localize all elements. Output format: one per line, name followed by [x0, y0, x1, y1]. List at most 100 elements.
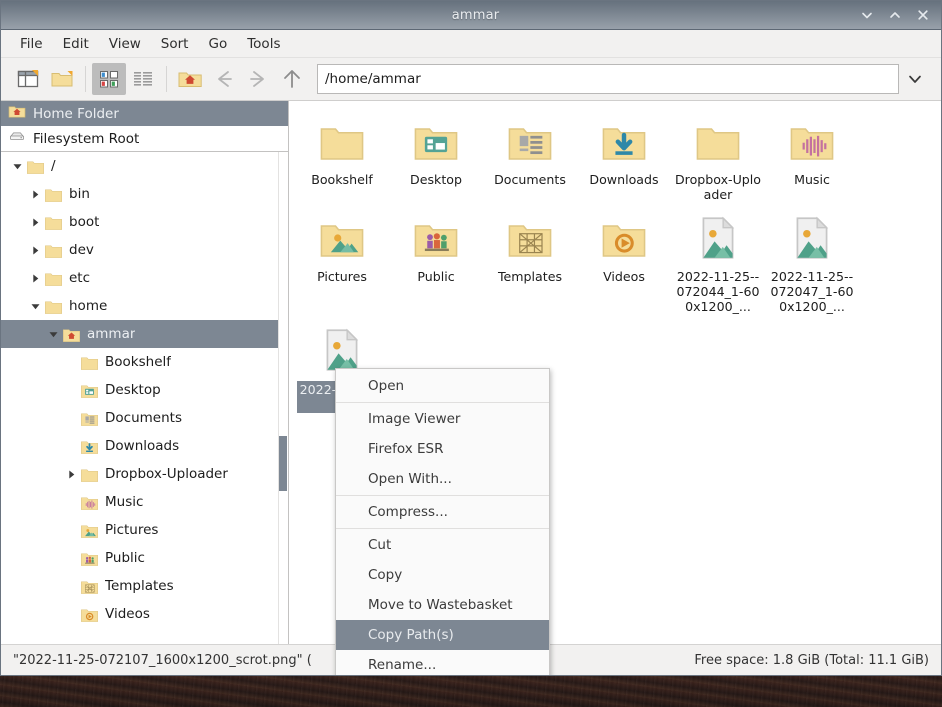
image-file-icon [692, 212, 744, 264]
file-manager-window: ammar File Edit View Sort Go Tools /home… [0, 0, 942, 676]
file-item[interactable]: Public [389, 206, 483, 318]
file-item[interactable]: Music [765, 109, 859, 206]
file-item-label: Dropbox-Uploader [674, 172, 762, 202]
menu-view[interactable]: View [99, 33, 151, 55]
file-item[interactable]: Bookshelf [295, 109, 389, 206]
context-menu-item-copy[interactable]: Copy [336, 560, 549, 590]
path-input[interactable]: /home/ammar [317, 64, 899, 94]
file-item-label: 2022-11-25--072044_1-600x1200_... [676, 269, 760, 314]
icon-view-button[interactable] [92, 63, 126, 95]
tree-item-etc[interactable]: etc [1, 264, 288, 292]
context-menu-item-compress[interactable]: Compress... [336, 497, 549, 527]
drive-icon [8, 128, 26, 150]
context-menu-item-rename[interactable]: Rename... [336, 650, 549, 675]
tree-item-desktop[interactable]: Desktop [1, 376, 288, 404]
file-item[interactable]: Pictures [295, 206, 389, 318]
music-folder-icon [79, 493, 99, 512]
chevron-right-icon[interactable] [27, 270, 43, 286]
twisty-placeholder [63, 550, 79, 566]
tree-item-downloads[interactable]: Downloads [1, 432, 288, 460]
list-view-button[interactable] [126, 63, 160, 95]
tree-scrollbar[interactable] [278, 152, 288, 644]
forward-icon[interactable] [241, 63, 275, 95]
context-menu-item-image-viewer[interactable]: Image Viewer [336, 404, 549, 434]
tree-item-dropbox-uploader[interactable]: Dropbox-Uploader [1, 460, 288, 488]
close-button[interactable] [916, 8, 930, 22]
tree-item-public[interactable]: Public [1, 544, 288, 572]
tree-item-music[interactable]: Music [1, 488, 288, 516]
documents-folder-icon [79, 409, 99, 428]
folder-icon [79, 353, 99, 372]
back-icon[interactable] [207, 63, 241, 95]
downloads-folder-icon [598, 115, 650, 167]
context-menu-item-open[interactable]: Open [336, 371, 549, 401]
menu-go[interactable]: Go [198, 33, 237, 55]
context-menu-item-cut[interactable]: Cut [336, 530, 549, 560]
tree-item-label: etc [69, 270, 91, 286]
toolbar: /home/ammar [1, 58, 941, 100]
chevron-down-icon[interactable] [45, 326, 61, 342]
sidebar-item-filesystem-root[interactable]: Filesystem Root [1, 126, 288, 151]
sidebar-item-home-folder[interactable]: Home Folder [1, 101, 288, 126]
chevron-right-icon[interactable] [63, 466, 79, 482]
context-menu-item-open-with[interactable]: Open With... [336, 464, 549, 494]
tree-item-dev[interactable]: dev [1, 236, 288, 264]
chevron-right-icon[interactable] [27, 214, 43, 230]
chevron-right-icon[interactable] [27, 186, 43, 202]
context-menu-item-copy-path-s[interactable]: Copy Path(s) [336, 620, 549, 650]
file-item[interactable]: Templates [483, 206, 577, 318]
file-item[interactable]: Desktop [389, 109, 483, 206]
maximize-button[interactable] [888, 8, 902, 22]
chevron-down-icon[interactable] [9, 158, 25, 174]
documents-folder-icon [504, 115, 556, 167]
tree-item-documents[interactable]: Documents [1, 404, 288, 432]
home-icon[interactable] [173, 63, 207, 95]
file-item-label: Downloads [589, 172, 659, 187]
window-title: ammar [451, 7, 500, 23]
tree-item-bin[interactable]: bin [1, 180, 288, 208]
path-chevron-down-icon[interactable] [899, 64, 931, 94]
tree-item-bookshelf[interactable]: Bookshelf [1, 348, 288, 376]
chevron-right-icon[interactable] [27, 242, 43, 258]
file-item[interactable]: Documents [483, 109, 577, 206]
file-item[interactable]: Dropbox-Uploader [671, 109, 765, 206]
tree-item-videos[interactable]: Videos [1, 600, 288, 628]
menu-tools[interactable]: Tools [237, 33, 290, 55]
new-folder-icon[interactable] [45, 63, 79, 95]
menu-edit[interactable]: Edit [53, 33, 99, 55]
file-item-label: 2022-11-25--072047_1-600x1200_... [770, 269, 854, 314]
menu-file[interactable]: File [10, 33, 53, 55]
file-item[interactable]: Downloads [577, 109, 671, 206]
minimize-button[interactable] [860, 8, 874, 22]
tree-item-[interactable]: / [1, 152, 288, 180]
context-menu[interactable]: Open Image Viewer Firefox ESR Open With... C… [335, 368, 550, 675]
window-controls [860, 8, 941, 22]
tree-item-label: Videos [105, 606, 150, 622]
twisty-placeholder [63, 494, 79, 510]
pictures-folder-icon [79, 521, 99, 540]
tree-item-label: / [51, 158, 56, 174]
tree-item-label: Public [105, 550, 145, 566]
file-item[interactable]: 2022-11-25--072044_1-600x1200_... [671, 206, 765, 318]
image-file-icon [786, 212, 838, 264]
folder-icon [692, 115, 744, 167]
tree-item-home[interactable]: home [1, 292, 288, 320]
tree-item-pictures[interactable]: Pictures [1, 516, 288, 544]
tree-item-ammar[interactable]: ammar [1, 320, 288, 348]
tree-scrollbar-thumb[interactable] [279, 436, 287, 491]
twisty-placeholder [63, 354, 79, 370]
directory-tree[interactable]: / bin boot dev etc home ammar Bookshelf Desktop D… [1, 152, 288, 644]
tree-item-boot[interactable]: boot [1, 208, 288, 236]
context-menu-separator [336, 402, 549, 403]
menu-sort[interactable]: Sort [151, 33, 199, 55]
file-item[interactable]: Videos [577, 206, 671, 318]
tree-item-templates[interactable]: Templates [1, 572, 288, 600]
chevron-down-icon[interactable] [27, 298, 43, 314]
tree-item-label: Music [105, 494, 144, 510]
file-item[interactable]: 2022-11-25--072047_1-600x1200_... [765, 206, 859, 318]
new-tab-icon[interactable] [11, 63, 45, 95]
context-menu-item-firefox-esr[interactable]: Firefox ESR [336, 434, 549, 464]
up-icon[interactable] [275, 63, 309, 95]
context-menu-item-move-to-wastebasket[interactable]: Move to Wastebasket [336, 590, 549, 620]
tree-item-label: Pictures [105, 522, 159, 538]
